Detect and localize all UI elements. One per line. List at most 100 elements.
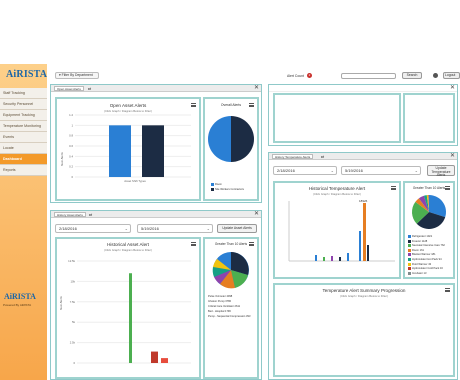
- x-category-label: Asset Shift Types: [124, 179, 146, 183]
- search-button[interactable]: Search: [402, 72, 422, 79]
- update-temperature-alerts-button[interactable]: Update Temperature Alerts: [427, 165, 455, 177]
- chevron-down-icon: ⌄: [330, 168, 334, 173]
- footer-logo: AiRISTA Powered By AiRISTA: [0, 292, 47, 314]
- y-tick-label: 0.8: [69, 134, 73, 138]
- temp-legend-item[interactable]: Neonatal Intensive Care 762: [408, 244, 445, 247]
- asset-to-date-input[interactable]: 5/19/2016 ⌄: [137, 224, 213, 233]
- asset-alert-bar: [161, 358, 168, 363]
- temp-peak-bar: [363, 203, 366, 261]
- asset-legend-item[interactable]: Critical Care Ventilator 2611: [208, 305, 240, 308]
- chevron-down-icon: ⌄: [414, 168, 418, 173]
- user-icon[interactable]: [433, 73, 438, 78]
- y-tick-label: 0: [71, 175, 73, 179]
- greater-menu-icon[interactable]: [249, 242, 254, 246]
- top-right-box-left: [273, 93, 401, 143]
- chevron-down-icon: ⌄: [124, 226, 128, 231]
- sidebar-item-events[interactable]: Events: [0, 132, 47, 143]
- close-icon[interactable]: ✕: [450, 153, 455, 160]
- filter-by-department-button[interactable]: ▾ Filter By Department: [55, 72, 99, 79]
- logo[interactable]: AiRISTA: [0, 64, 47, 88]
- peak-label: 18926: [359, 199, 368, 203]
- update-asset-alerts-button[interactable]: Update Asset Alerts: [217, 224, 257, 233]
- temp-legend-item[interactable]: Fluid Warmer 43: [408, 262, 431, 266]
- sidebar-item-reports[interactable]: Reports: [0, 165, 47, 176]
- top-bar: ▾ Filter By Department Alert Count 2 Sea…: [47, 64, 460, 84]
- temp-greater-pie[interactable]: [405, 192, 453, 232]
- temp-legend-item[interactable]: Refrigerator 1021: [408, 235, 432, 238]
- overall-alerts-box: Overall Alerts Room Site Workers Contrac…: [203, 97, 259, 201]
- panel-header: History Temperature Alerts ⇄ ✕: [269, 153, 457, 160]
- logout-button[interactable]: Logout: [443, 72, 460, 79]
- sidebar-item-dashboard[interactable]: Dashboard: [0, 154, 47, 165]
- tab-history-asset-alerts[interactable]: History Asset Alerts: [54, 212, 86, 217]
- panel-header: ✕: [269, 85, 457, 92]
- alert-count-badge[interactable]: 2: [307, 73, 312, 78]
- pie-slice-room: [231, 116, 254, 162]
- refresh-icon[interactable]: ⇄: [87, 86, 92, 91]
- summary-title: Temperature Alert Summary Progression: [322, 288, 406, 293]
- asset-alert-bar: [129, 273, 132, 363]
- sidebar-item-locate[interactable]: Locate: [0, 143, 47, 154]
- search-input[interactable]: [341, 73, 396, 79]
- overall-alerts-pie[interactable]: [205, 111, 257, 171]
- y-tick-label: 0.2: [69, 165, 73, 169]
- asset-legend-item[interactable]: Pulse Oximeter 4098: [208, 295, 232, 298]
- tab-history-temperature-alerts[interactable]: History Temperature Alerts: [272, 154, 314, 159]
- temp-from-date-input[interactable]: 2/18/2016 ⌄: [273, 166, 337, 175]
- sidebar-item-equipment-tracking[interactable]: Equipment Tracking: [0, 110, 47, 121]
- historical-asset-chart-box: Historical Asset Alert (Click Graph / Di…: [55, 237, 201, 379]
- close-icon[interactable]: ✕: [254, 85, 259, 92]
- temp-summary-box: Temperature Alert Summary Progression (C…: [273, 283, 455, 377]
- temp-legend-item[interactable]: Freezer 1128: [408, 239, 427, 243]
- sidebar-item-security-personnel[interactable]: Security Personnel: [0, 99, 47, 110]
- temp-legend-item[interactable]: Hydroculator Cold Pack 16: [408, 267, 443, 270]
- temp-legend-item[interactable]: Incubator 13: [408, 271, 426, 275]
- powered-by-text: Powered By AiRISTA: [3, 303, 32, 307]
- app-root: AiRISTA Staff Tracking Security Personne…: [0, 0, 460, 380]
- greater-menu-icon[interactable]: [445, 186, 450, 190]
- asset-legend-item[interactable]: Pump - Sequential Compression 393: [208, 315, 250, 318]
- summary-subtitle: (Click Graph / Diagram Below to Filter): [340, 294, 388, 298]
- close-icon[interactable]: ✕: [254, 211, 259, 218]
- filter-label: Filter By Department: [61, 73, 93, 77]
- refresh-icon[interactable]: ⇄: [320, 154, 325, 159]
- historical-temp-bar-chart[interactable]: 18926: [275, 197, 399, 277]
- close-icon[interactable]: ✕: [450, 85, 455, 92]
- y-tick-label: 1.2: [69, 113, 73, 117]
- y-tick-label: 1: [71, 123, 73, 127]
- legend-site-workers[interactable]: Site Workers Contractors: [211, 188, 244, 191]
- history-temperature-alerts-panel: History Temperature Alerts ⇄ ✕ 2/18/2016…: [268, 152, 458, 380]
- asset-legend-item[interactable]: Infusion Pump 3780: [208, 300, 231, 303]
- chart-title: Historical Temperature Alert: [308, 186, 366, 191]
- temp-greater-than-10-box: Greater Than 10 Alerts Refrigerator 1021…: [403, 181, 455, 279]
- footer-logo-text: AiRISTA: [4, 292, 36, 301]
- top-right-panel: ✕: [268, 84, 458, 146]
- asset-legend-item[interactable]: Bed - Hospital 1796: [208, 310, 231, 313]
- bar-site-workers-contractors: [142, 125, 164, 177]
- sidebar-item-staff-tracking[interactable]: Staff Tracking: [0, 88, 47, 99]
- y-tick-label: 5k: [72, 320, 76, 324]
- summary-menu-icon[interactable]: [445, 288, 450, 292]
- asset-from-date-input[interactable]: 2/18/2016 ⌄: [55, 224, 131, 233]
- bar-room: [109, 125, 131, 177]
- logo-text: AiRISTA: [6, 69, 48, 80]
- tab-open-asset-alerts[interactable]: Open Asset Alerts: [54, 86, 84, 91]
- asset-alert-bar: [151, 351, 158, 363]
- temp-legend-item[interactable]: Blanket Warmer 181: [408, 253, 436, 257]
- open-asset-chart-box: Open Asset Alerts (Click Graph / Diagram…: [55, 97, 201, 201]
- y-tick-label: 0.4: [69, 154, 73, 158]
- top-right-box-right: [403, 93, 455, 143]
- y-tick-label: 7.5k: [70, 300, 76, 304]
- temp-legend-item[interactable]: Hydroculator Hot Pack 94: [408, 258, 442, 261]
- y-tick-label: 2.5k: [70, 341, 76, 345]
- open-asset-alerts-panel: Open Asset Alerts ⇄ ✕ Open Asset Alerts …: [50, 84, 262, 203]
- overall-menu-icon[interactable]: [249, 103, 254, 107]
- sidebar-item-temperature-monitoring[interactable]: Temperature Monitoring: [0, 121, 47, 132]
- asset-greater-pie[interactable]: [205, 248, 257, 292]
- temp-to-date-input[interactable]: 5/19/2016 ⌄: [341, 166, 421, 175]
- legend-room[interactable]: Room: [211, 183, 222, 186]
- chart-menu-icon[interactable]: [391, 186, 396, 190]
- temp-legend-item[interactable]: Room 161: [408, 248, 424, 252]
- refresh-icon[interactable]: ⇄: [88, 212, 93, 217]
- chart-subtitle: (Click Graph / Diagram Below to Filter): [313, 192, 361, 196]
